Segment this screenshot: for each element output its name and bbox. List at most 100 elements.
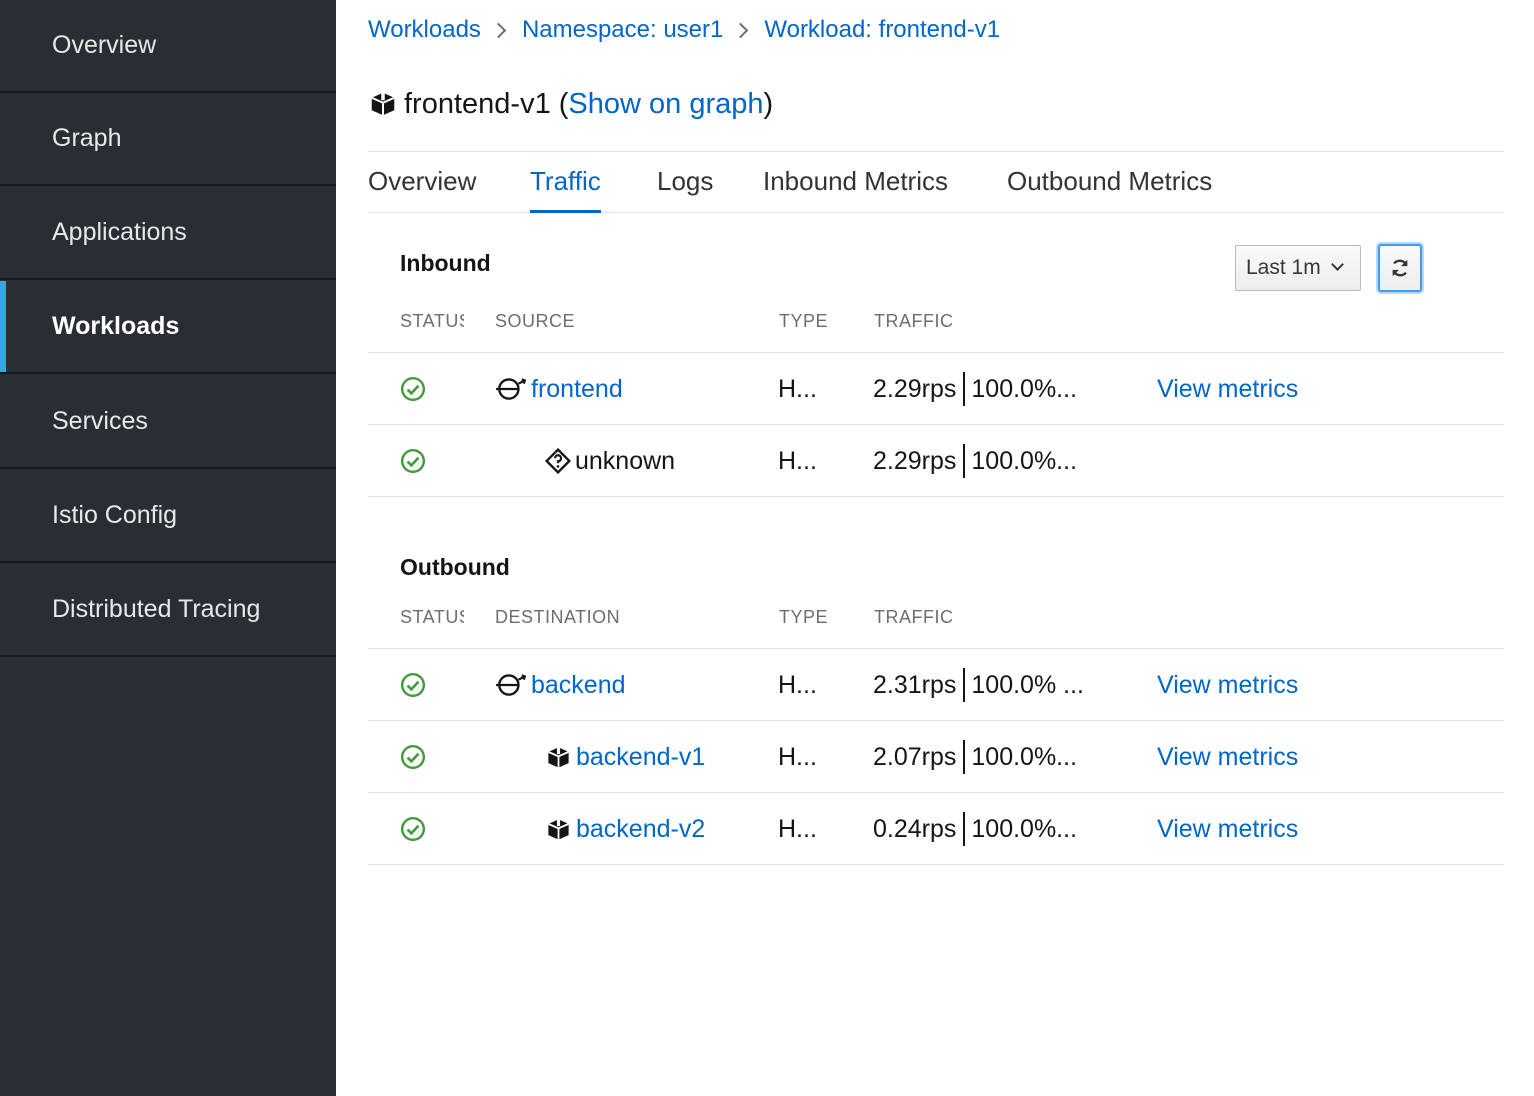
traffic-cell: 2.07rps 100.0%... xyxy=(873,721,1077,793)
sidebar-item-label: Applications xyxy=(52,218,187,246)
refresh-button[interactable] xyxy=(1378,244,1422,292)
tab-logs[interactable]: Logs xyxy=(657,160,713,212)
view-metrics-link[interactable]: View metrics xyxy=(1157,353,1298,425)
col-type: TYPE xyxy=(779,311,829,331)
tab-inbound-metrics[interactable]: Inbound Metrics xyxy=(763,160,948,212)
check-circle-icon xyxy=(400,816,426,842)
type-cell: H... xyxy=(778,742,817,771)
traffic-percent: 100.0% ... xyxy=(971,670,1084,699)
sidebar-item-label: Distributed Tracing xyxy=(52,595,261,623)
traffic-cell: 0.24rps 100.0%... xyxy=(873,793,1077,865)
tab-overview[interactable]: Overview xyxy=(368,160,476,212)
col-status: STATUS xyxy=(400,607,464,627)
unknown-icon xyxy=(545,448,571,474)
sidebar-item-applications[interactable]: Applications xyxy=(0,187,336,280)
check-circle-icon xyxy=(400,376,426,402)
destination-link[interactable]: backend-v2 xyxy=(576,815,705,844)
breadcrumb: Workloads Namespace: user1 Workload: fro… xyxy=(368,14,1000,46)
tab-traffic[interactable]: Traffic xyxy=(530,160,601,213)
workload-icon xyxy=(545,816,572,843)
paren-open: ( xyxy=(550,87,569,120)
main-content: Workloads Namespace: user1 Workload: fro… xyxy=(368,0,1504,1096)
traffic-cell: 2.29rps 100.0%... xyxy=(873,353,1077,425)
breadcrumb-workloads[interactable]: Workloads xyxy=(368,16,481,44)
traffic-rps: 2.31rps xyxy=(873,670,957,699)
sidebar-item-label: Overview xyxy=(52,31,157,59)
traffic-rps: 0.24rps xyxy=(873,814,957,843)
sidebar-item-istio-config[interactable]: Istio Config xyxy=(0,470,336,563)
type-cell: H... xyxy=(778,670,817,699)
destination-link[interactable]: backend-v1 xyxy=(576,743,705,772)
table-row: backend H... 2.31rps 100.0% ... View metr… xyxy=(368,649,1504,721)
refresh-icon xyxy=(1392,259,1408,277)
traffic-separator xyxy=(963,668,966,702)
view-metrics-link[interactable]: View metrics xyxy=(1157,793,1298,865)
type-cell: H... xyxy=(778,374,817,403)
status-cell xyxy=(400,721,426,793)
workload-icon xyxy=(545,744,572,771)
sidebar-item-label: Services xyxy=(52,407,148,435)
sidebar-item-label: Workloads xyxy=(52,312,180,340)
row-divider xyxy=(368,864,1504,865)
traffic-cell: 2.29rps 100.0%... xyxy=(873,425,1077,497)
col-destination: DESTINATION xyxy=(495,607,621,627)
table-row: backend-v1 H... 2.07rps 100.0%... View me… xyxy=(368,721,1504,793)
destination-link[interactable]: backend xyxy=(531,671,626,700)
destination-cell: backend xyxy=(495,649,626,721)
col-type: TYPE xyxy=(779,607,829,627)
destination-cell: backend-v1 xyxy=(545,721,705,793)
col-traffic: TRAFFIC xyxy=(874,607,954,627)
col-status: STATUS xyxy=(400,311,464,331)
paren-close: ) xyxy=(763,87,774,120)
divider xyxy=(368,151,1504,152)
tab-outbound-metrics[interactable]: Outbound Metrics xyxy=(1007,160,1212,212)
source-link[interactable]: frontend xyxy=(531,375,623,404)
check-circle-icon xyxy=(400,448,426,474)
traffic-separator xyxy=(963,372,966,406)
row-divider xyxy=(368,496,1504,497)
chevron-right-icon xyxy=(490,22,507,38)
traffic-rps: 2.29rps xyxy=(873,374,957,403)
traffic-percent: 100.0%... xyxy=(971,814,1078,843)
time-range-select[interactable]: Last 1m xyxy=(1235,245,1361,291)
status-cell xyxy=(400,425,426,497)
service-icon xyxy=(495,376,527,402)
outbound-title: Outbound xyxy=(400,554,510,580)
sidebar-item-label: Graph xyxy=(52,124,122,152)
table-row: frontend H... 2.29rps 100.0%... View metr… xyxy=(368,353,1504,425)
source-cell: frontend xyxy=(495,353,623,425)
view-metrics-link[interactable]: View metrics xyxy=(1157,649,1298,721)
traffic-separator xyxy=(963,740,966,774)
source-cell: unknown xyxy=(545,425,675,497)
breadcrumb-namespace[interactable]: Namespace: user1 xyxy=(522,16,723,44)
traffic-cell: 2.31rps 100.0% ... xyxy=(873,649,1084,721)
type-cell: H... xyxy=(778,446,817,475)
sidebar-item-distributed-tracing[interactable]: Distributed Tracing xyxy=(0,564,336,657)
sidebar-item-graph[interactable]: Graph xyxy=(0,93,336,186)
traffic-rps: 2.29rps xyxy=(873,446,957,475)
traffic-separator xyxy=(963,444,966,478)
sidebar-item-overview[interactable]: Overview xyxy=(0,0,336,93)
sidebar-item-services[interactable]: Services xyxy=(0,376,336,469)
page-title: frontend-v1 ( Show on graph ) xyxy=(368,84,773,124)
source-name: unknown xyxy=(575,446,676,475)
status-cell xyxy=(400,649,426,721)
workload-name: frontend-v1 xyxy=(404,87,551,120)
traffic-percent: 100.0%... xyxy=(971,742,1078,771)
inbound-title: Inbound xyxy=(400,250,491,276)
check-circle-icon xyxy=(400,672,426,698)
show-on-graph-link[interactable]: Show on graph xyxy=(568,88,763,121)
chevron-right-icon xyxy=(733,22,749,38)
sidebar-item-workloads[interactable]: Workloads xyxy=(0,281,336,374)
breadcrumb-workload[interactable]: Workload: frontend-v1 xyxy=(764,16,1000,44)
chevron-down-icon xyxy=(1331,258,1344,271)
destination-cell: backend-v2 xyxy=(545,793,705,865)
traffic-separator xyxy=(963,812,966,846)
sidebar: Overview Graph Applications Workloads Se… xyxy=(0,0,336,1096)
status-cell xyxy=(400,353,426,425)
view-metrics-link[interactable]: View metrics xyxy=(1157,721,1298,793)
workload-icon xyxy=(368,89,398,119)
col-traffic: TRAFFIC xyxy=(874,311,954,331)
type-cell: H... xyxy=(778,814,817,843)
traffic-rps: 2.07rps xyxy=(873,742,957,771)
